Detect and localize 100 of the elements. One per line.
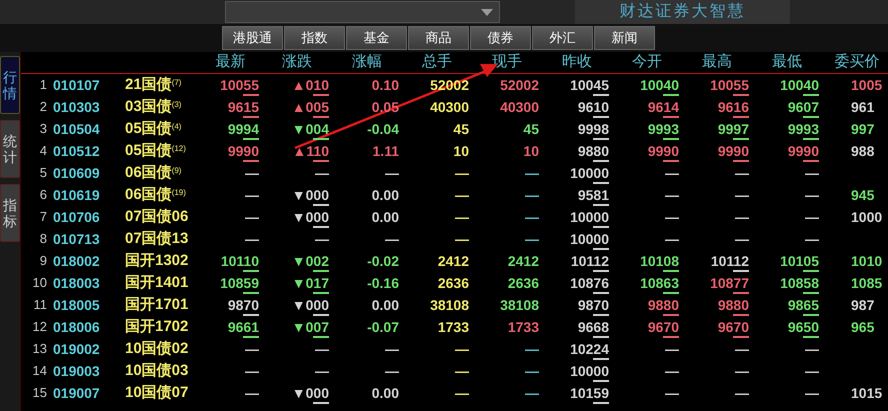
table-cell-text: 2412 <box>508 253 539 271</box>
row-number: 3 <box>40 120 47 138</box>
table-cell-text: — <box>805 187 819 205</box>
table-cell: 10040 <box>780 77 819 96</box>
table-cell-text: 10 <box>523 143 539 161</box>
market-tab[interactable]: 基金 <box>346 26 407 50</box>
table-cell: 9870 <box>578 297 609 316</box>
table-cell-text: — <box>525 165 539 183</box>
column-header[interactable]: 涨幅 <box>352 51 382 74</box>
table-cell-text: 965 <box>851 319 874 337</box>
table-cell: 10159 <box>570 385 609 404</box>
row-number: 10 <box>32 274 47 292</box>
column-header[interactable]: 总手 <box>422 51 452 74</box>
table-cell-text: — <box>735 187 749 205</box>
market-tab[interactable]: 债券 <box>470 26 531 50</box>
bond-name: 10国债07 <box>125 382 188 403</box>
row-number: 1 <box>40 76 47 94</box>
table-cell-text: 1010 <box>851 253 882 271</box>
bond-name: 国开1702 <box>125 316 188 337</box>
table-cell-text: — <box>455 209 469 227</box>
table-cell-text: — <box>665 209 679 227</box>
table-cell-text: — <box>455 385 469 403</box>
bond-name: 10国债03 <box>125 360 188 381</box>
table-cell-text: 945 <box>851 187 874 205</box>
table-cell-text: — <box>525 363 539 381</box>
column-header[interactable]: 最高 <box>702 51 732 74</box>
table-cell: 9670 <box>718 319 749 338</box>
table-cell-text: — <box>245 165 259 183</box>
table-cell: ▼000 <box>292 297 329 316</box>
column-header[interactable]: 今开 <box>632 51 662 74</box>
table-cell-text: — <box>245 231 259 249</box>
table-cell-text: — <box>245 341 259 359</box>
table-cell: ▼000 <box>292 385 329 404</box>
dropdown-field[interactable] <box>225 1 500 23</box>
table-cell-text: 2636 <box>438 275 469 293</box>
table-cell-text: — <box>245 385 259 403</box>
market-tab[interactable]: 新闻 <box>594 26 655 50</box>
table-cell-text: — <box>455 165 469 183</box>
column-header[interactable]: 最新 <box>216 51 246 74</box>
table-cell: 10045 <box>570 77 609 96</box>
table-cell: 9865 <box>788 297 819 316</box>
table-cell-text: 0.00 <box>372 209 399 227</box>
table-cell: ▲010 <box>292 77 329 96</box>
table-cell: 9615 <box>228 99 259 118</box>
column-header[interactable]: 最低 <box>772 51 802 74</box>
column-header[interactable]: 委买价 <box>834 51 880 74</box>
table-cell-text: — <box>735 231 749 249</box>
table-cell-text: 988 <box>851 143 874 161</box>
table-cell-text: 0.05 <box>372 99 399 117</box>
table-cell: ▼004 <box>292 121 329 140</box>
table-cell-text: -0.07 <box>367 319 399 337</box>
table-cell-text: — <box>805 363 819 381</box>
table-cell-text: — <box>805 341 819 359</box>
table-cell-text: — <box>315 363 329 381</box>
stock-code: 010303 <box>53 98 100 116</box>
table-cell-text: — <box>735 385 749 403</box>
table-cell-text: 38108 <box>500 297 539 315</box>
table-cell-text: — <box>315 165 329 183</box>
table-cell-text: 52002 <box>500 77 539 95</box>
market-tab[interactable]: 港股通 <box>222 26 283 50</box>
table-cell-text: — <box>385 341 399 359</box>
table-cell: 10112 <box>570 253 609 272</box>
column-header[interactable]: 涨跌 <box>282 51 312 74</box>
table-cell-text: — <box>385 231 399 249</box>
table-cell-text: 0.00 <box>372 385 399 403</box>
table-cell-text: 0.10 <box>372 77 399 95</box>
column-header[interactable]: 昨收 <box>562 51 592 74</box>
row-number: 15 <box>32 384 47 402</box>
table-cell: 9880 <box>578 143 609 162</box>
table-cell-text: 0.00 <box>372 187 399 205</box>
table-cell-text: 1733 <box>438 319 469 337</box>
table-cell-text: — <box>805 209 819 227</box>
side-tab[interactable]: 行情 <box>0 56 20 114</box>
row-number: 5 <box>40 164 47 182</box>
market-tab[interactable]: 商品 <box>408 26 469 50</box>
table-cell-text: — <box>665 231 679 249</box>
row-number: 9 <box>40 252 47 270</box>
stock-code: 010619 <box>53 186 100 204</box>
table-cell-text: 1005 <box>851 77 882 95</box>
stock-code: 019003 <box>53 362 100 380</box>
bond-name: 07国债13 <box>125 228 188 249</box>
market-tab[interactable]: 指数 <box>284 26 345 50</box>
table-cell-text: — <box>525 209 539 227</box>
side-tab[interactable]: 指标 <box>0 184 20 242</box>
table-cell-text: — <box>805 231 819 249</box>
side-tab[interactable]: 统计 <box>0 120 20 178</box>
table-cell: 9990 <box>788 143 819 162</box>
table-cell-text: — <box>735 209 749 227</box>
table-cell-text: 2636 <box>508 275 539 293</box>
bond-name: 03国债$^{(3)}$ <box>125 96 182 117</box>
table-cell: 9990 <box>228 143 259 162</box>
market-tab[interactable]: 外汇 <box>532 26 593 50</box>
row-number: 7 <box>40 208 47 226</box>
table-cell-text: 45 <box>453 121 469 139</box>
table-cell: 9616 <box>718 99 749 118</box>
table-cell: 9994 <box>228 121 259 140</box>
table-cell-text: — <box>455 363 469 381</box>
table-cell-text: — <box>525 385 539 403</box>
table-cell-text: 987 <box>851 297 874 315</box>
table-cell: 10863 <box>640 275 679 294</box>
